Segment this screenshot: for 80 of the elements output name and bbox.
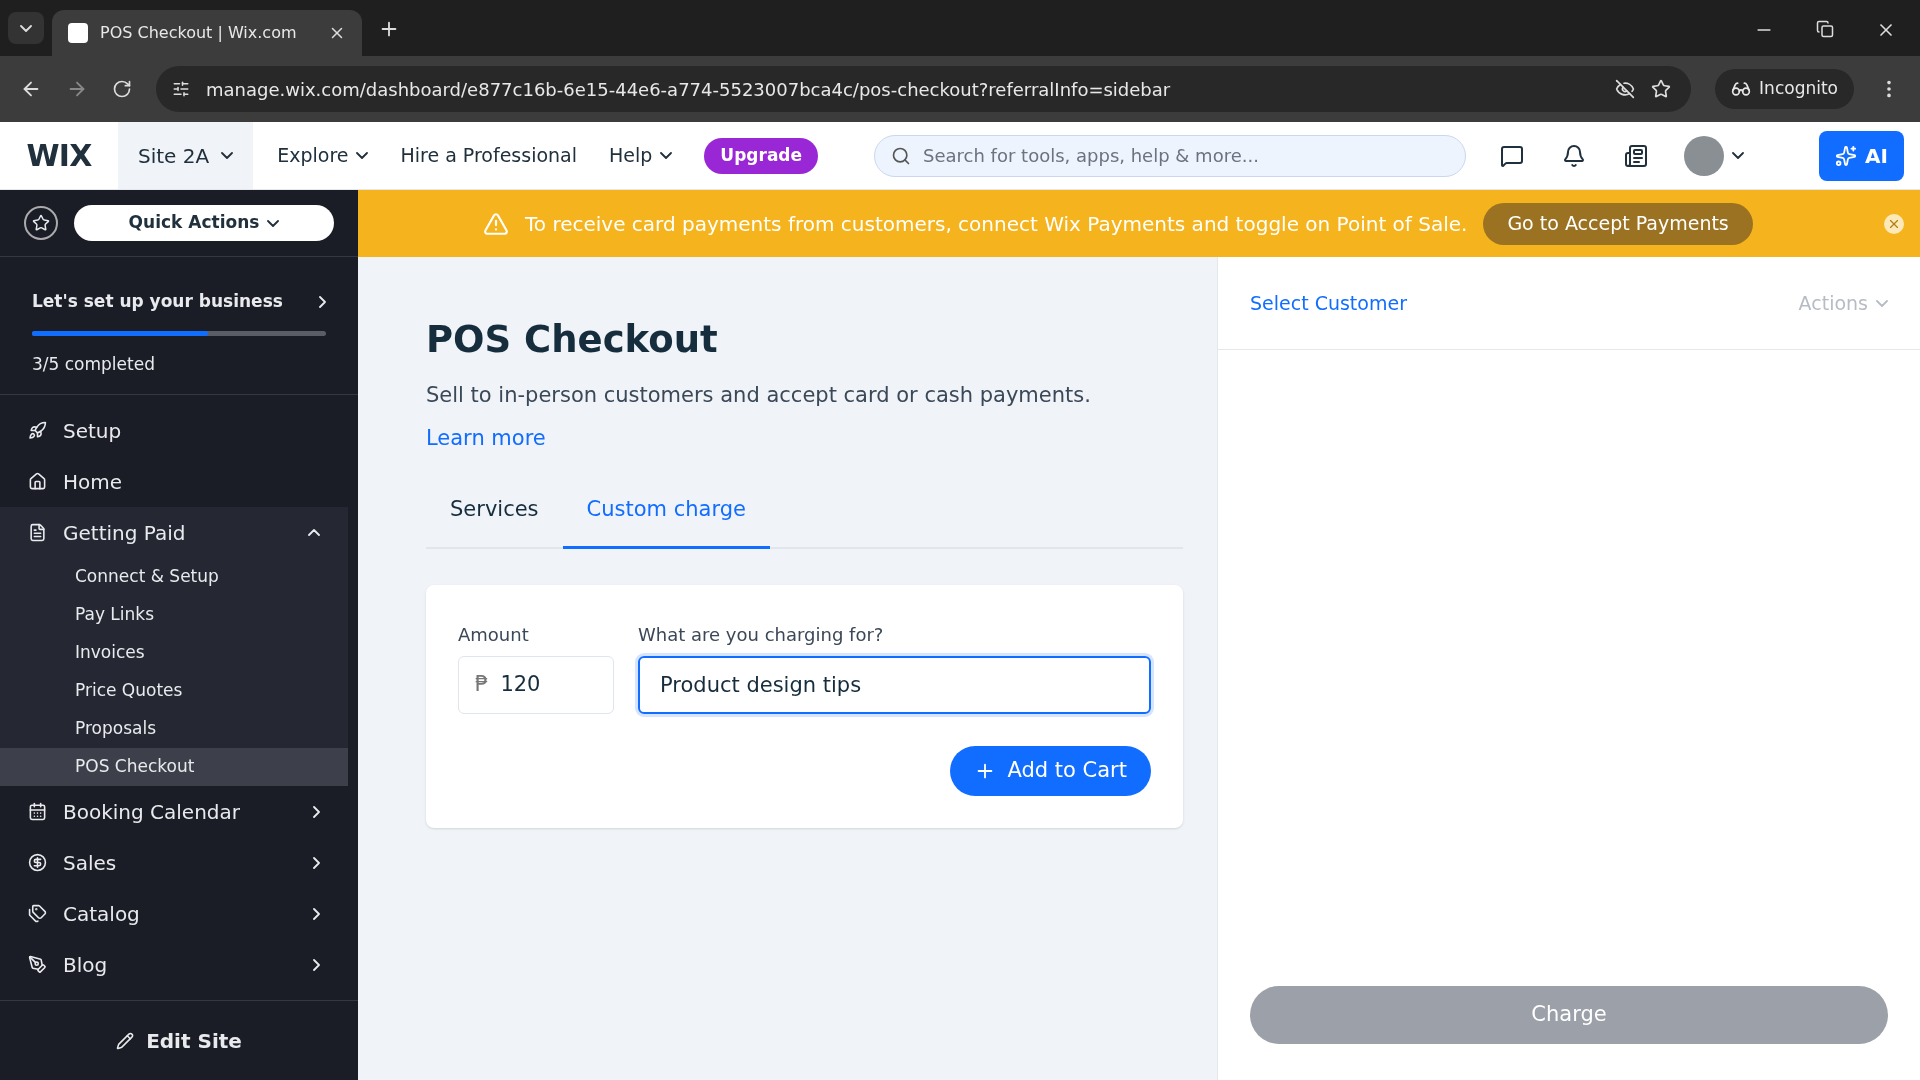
incognito-badge[interactable]: Incognito	[1715, 69, 1854, 109]
sidebar-subitem[interactable]: Proposals	[0, 710, 348, 748]
select-customer-link[interactable]: Select Customer	[1250, 288, 1407, 318]
avatar-icon[interactable]	[1684, 135, 1725, 176]
warning-icon	[483, 210, 509, 237]
sidebar-item[interactable]: Home	[0, 456, 348, 507]
news-icon[interactable]	[1624, 143, 1649, 168]
notifications-icon[interactable]	[1562, 143, 1587, 168]
address-bar[interactable]: manage.wix.com/dashboard/e877c16b-6e15-44e6-a774-5523007bca4c/pos-checkout?referralInfo=sidebar	[156, 66, 1692, 112]
bookmark-icon[interactable]	[1651, 79, 1672, 99]
eye-off-icon[interactable]	[1615, 79, 1636, 99]
caret-icon[interactable]	[1732, 152, 1745, 159]
sidebar-item[interactable]: Setup	[0, 405, 348, 456]
charge-label: What are you charging for?	[638, 622, 885, 647]
accept-payments-button[interactable]: Go to Accept Payments	[1483, 202, 1753, 245]
star-icon	[32, 214, 50, 232]
setup-title[interactable]: Let's set up your business	[32, 289, 283, 315]
wix-logo[interactable]: WIX	[0, 133, 118, 178]
page-title: POS Checkout	[426, 317, 719, 363]
calendar-icon	[28, 802, 47, 821]
add-to-cart-button[interactable]: Add to Cart	[949, 745, 1151, 796]
dollar-circle-icon	[28, 853, 47, 872]
restore-icon[interactable]	[1816, 20, 1834, 38]
rocket-icon	[28, 421, 47, 440]
tab[interactable]: Services	[426, 474, 563, 549]
upgrade-button[interactable]: Upgrade	[704, 137, 819, 174]
sidebar-subitem[interactable]: Price Quotes	[0, 672, 348, 710]
favicon-icon	[68, 23, 88, 43]
url-text: manage.wix.com/dashboard/e877c16b-6e15-44e6-a774-5523007bca4c/pos-checkout?referralInfo=sidebar	[206, 77, 1172, 102]
sidebar-item[interactable]: Sales	[0, 837, 348, 888]
banner-message: To receive card payments from customers, connect Wix Payments and toggle on Point of Sale.	[525, 210, 1468, 238]
learn-more-link[interactable]: Learn more	[426, 423, 546, 455]
sparkles-icon	[1835, 144, 1858, 167]
page-description: Sell to in-person customers and accept card or cash payments.	[426, 381, 1092, 409]
search-field[interactable]: Search for tools, apps, help & more...	[874, 134, 1467, 177]
nav-menu-item[interactable]: Hire a Professional	[400, 141, 578, 170]
ai-button[interactable]: AI	[1819, 130, 1904, 181]
tab-list-button[interactable]	[8, 12, 44, 44]
browser-tab[interactable]: POS Checkout | Wix.com	[52, 10, 362, 56]
nav-menu-item[interactable]: Help	[609, 141, 673, 170]
sidebar-item[interactable]: Catalog	[0, 888, 348, 939]
sidebar-subitem[interactable]: Pay Links	[0, 596, 348, 634]
caret-icon	[20, 24, 32, 32]
charge-button: Charge	[1250, 986, 1888, 1044]
favorites-button[interactable]	[24, 206, 58, 240]
sidebar-subitem[interactable]: Invoices	[0, 634, 348, 672]
search-icon	[891, 145, 912, 166]
pen-nib-icon	[28, 955, 47, 974]
document-icon	[28, 523, 47, 542]
sidebar-subitem[interactable]: Connect & Setup	[0, 558, 348, 596]
amount-field[interactable]: ₱ 120	[458, 655, 614, 714]
sidebar-item[interactable]: Getting Paid	[0, 507, 348, 558]
sidebar-subitem[interactable]: POS Checkout	[0, 748, 348, 786]
sidebar-item[interactable]: Blog	[0, 939, 348, 990]
chat-icon[interactable]	[1500, 143, 1525, 168]
caret-icon	[660, 152, 673, 159]
tab-title: POS Checkout | Wix.com	[100, 22, 298, 44]
close-button[interactable]	[1884, 213, 1904, 234]
amount-value: 120	[500, 670, 541, 698]
caret-icon	[267, 219, 280, 227]
currency-symbol: ₱	[475, 670, 489, 698]
caret-icon	[356, 152, 369, 159]
progress-text: 3/5 completed	[32, 352, 156, 376]
caret-icon	[1876, 299, 1888, 307]
sidebar-item[interactable]: Booking Calendar	[0, 786, 348, 837]
tags-icon	[28, 904, 47, 923]
incognito-label: Incognito	[1759, 77, 1838, 101]
site-selector[interactable]: Site 2A	[118, 122, 254, 189]
chevron-right-icon[interactable]	[319, 295, 326, 308]
quick-actions-button[interactable]: Quick Actions	[74, 205, 334, 241]
tab[interactable]: Custom charge	[562, 474, 770, 549]
search-input[interactable]: Search for tools, apps, help & more...	[923, 142, 1450, 169]
charge-input[interactable]: Product design tips	[638, 655, 1151, 714]
edit-site-button[interactable]: Edit Site	[116, 1025, 242, 1056]
pencil-icon	[116, 1031, 135, 1050]
caret-icon	[221, 152, 234, 159]
nav-menu-item[interactable]: Explore	[277, 141, 369, 170]
house-icon	[28, 472, 47, 491]
amount-label: Amount	[458, 622, 530, 647]
reload-icon[interactable]	[112, 79, 132, 99]
